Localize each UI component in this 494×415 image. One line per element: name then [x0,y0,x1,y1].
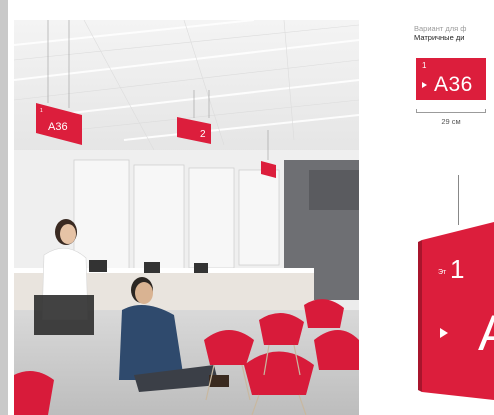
svg-text:2: 2 [200,129,206,140]
small-sign-preview: 1 A36 [416,58,486,100]
svg-text:A36: A36 [48,121,68,133]
variant-caption: Вариант для ф [414,24,467,33]
large-sign-floor-prefix: Эт [438,269,447,276]
large-hanging-sign: Эт 1 A [418,222,494,400]
large-sign-code: A [478,305,494,361]
large-sign-floor: 1 [450,254,464,284]
small-sign-code: A36 [434,73,473,96]
dimension-label: 29 см [441,117,461,126]
svg-text:1: 1 [40,108,43,114]
small-sign-floor: 1 [422,61,427,70]
arrow-right-icon [422,82,427,88]
left-divider [0,0,8,415]
variant-title: Матричные ди [414,33,465,42]
hanging-rod [458,175,459,225]
dimension-line [416,109,486,113]
office-interior-photo: 1 A36 2 [14,20,359,415]
